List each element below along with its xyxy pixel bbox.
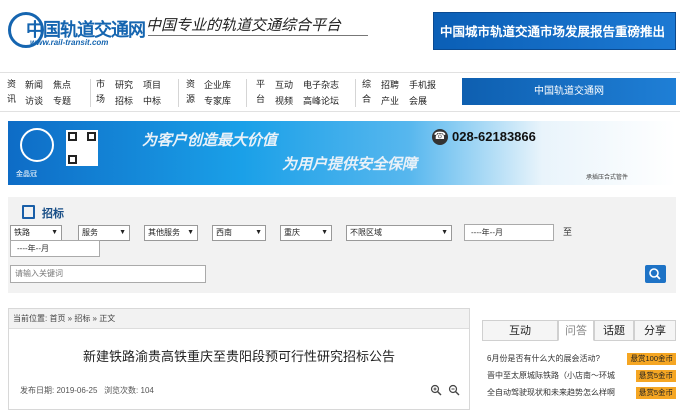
nav-link[interactable]: 专题 [53,94,71,107]
nav-link[interactable]: 招聘 [381,78,399,91]
province-select[interactable]: 重庆 ▼ [280,225,332,241]
nav-link[interactable]: 招标 [115,94,133,107]
site-slogan: 中国专业的轨道交通综合平台 [146,16,342,34]
zoom-in-icon[interactable] [430,384,442,399]
ad-phone: 028-62183866 [452,129,536,144]
tab-topics[interactable]: 话题 [594,320,634,341]
search-input[interactable]: 请输入关键词 [10,265,206,283]
nav-link[interactable]: 高峰论坛 [303,94,339,107]
breadcrumb[interactable]: 当前位置: 首页 » 招标 » 正文 [9,309,469,329]
ad-subheadline: 为用户提供安全保障 [282,156,418,173]
nav-category-market: 市场 [96,79,106,104]
region-select[interactable]: 西南 ▼ [212,225,266,241]
list-item[interactable]: 全自动驾驶现状和未来趋势怎么样啊 悬赏5金币 [482,386,676,402]
question-text[interactable]: 晋中至太原城际铁路（小店南～环城 [487,369,623,383]
site-url: www.rail-transit.com [30,38,109,47]
nav-divider [355,79,356,107]
brand-logo-icon [20,128,54,162]
article-meta: 发布日期: 2019-06-25 浏览次数: 104 [20,385,154,396]
nav-link[interactable]: 中标 [143,94,161,107]
zoom-out-icon[interactable] [448,384,460,399]
nav-link[interactable]: 产业 [381,94,399,107]
nav-link[interactable]: 焦点 [53,78,71,91]
reward-badge: 悬赏100金币 [627,353,676,365]
nav-link[interactable]: 研究 [115,78,133,91]
slogan-underline [148,35,368,36]
nav-category-platform: 平台 [256,79,266,104]
views-count: 104 [140,386,154,395]
nav-category-general: 综合 [362,79,372,104]
nav-link[interactable]: 访谈 [25,94,43,107]
reward-badge: 悬赏5金币 [635,387,676,399]
nav-link[interactable]: 专家库 [204,94,231,107]
section-title: 招标 [42,208,64,220]
tab-qa[interactable]: 问答 [558,320,594,341]
question-text[interactable]: 6月份是否有什么大的展会活动? [487,352,623,366]
nav-banner[interactable]: 中国轨道交通网 [462,78,676,105]
list-item[interactable]: 6月份是否有什么大的展会活动? 悬赏100金币 [482,352,676,368]
ad-caption: 承插压合式管件 [586,175,629,181]
qr-code-icon [66,130,98,166]
nav-divider [178,79,179,107]
nav-category-resources: 资源 [186,79,196,104]
tab-interaction[interactable]: 互动 [482,320,558,341]
tab-share[interactable]: 分享 [634,320,676,341]
subtype-select[interactable]: 其他服务 ▼ [144,225,198,241]
date-to-input[interactable]: ----年--月 [10,240,100,257]
type-select[interactable]: 服务 ▼ [78,225,130,241]
nav-link[interactable]: 企业库 [204,78,231,91]
question-text[interactable]: 全自动驾驶现状和未来趋势怎么样啊 [487,386,623,400]
nav-divider [246,79,247,107]
reward-badge: 悬赏5金币 [635,370,676,382]
nav-divider [90,79,91,107]
report-banner[interactable]: 中国城市轨道交通市场发展报告重磅推出 [433,12,676,50]
publish-label: 发布日期: [20,386,55,395]
advertisement-banner[interactable]: 金晶冠 为客户创造最大价值 为用户提供安全保障 ☎ 028-62183866 承… [8,121,676,185]
article-title: 新建铁路渝贵高铁重庆至贵阳段预可行性研究招标公告 [82,349,395,364]
phone-icon: ☎ [432,129,448,145]
date-from-input[interactable]: ----年--月 [464,224,554,241]
nav-link[interactable]: 会展 [409,94,427,107]
list-item[interactable]: 晋中至太原城际铁路（小店南～环城 悬赏5金币 [482,369,676,385]
views-label: 浏览次数: [104,386,139,395]
publish-date: 2019-06-25 [56,386,98,395]
search-icon [649,268,661,280]
date-range-separator: 至 [563,227,573,237]
category-select[interactable]: 铁路 ▼ [10,225,62,241]
ad-headline: 为客户创造最大价值 [142,132,278,149]
nav-category-news: 资讯 [7,79,17,104]
ad-brand: 金晶冠 [16,171,37,178]
document-icon [22,205,35,219]
nav-link[interactable]: 手机报 [409,78,436,91]
nav-link[interactable]: 新闻 [25,78,43,91]
nav-link[interactable]: 项目 [143,78,161,91]
area-select[interactable]: 不限区域 ▼ [346,225,452,241]
search-button[interactable] [645,265,666,283]
nav-link[interactable]: 视频 [275,94,293,107]
nav-link[interactable]: 互动 [275,78,293,91]
nav-link[interactable]: 电子杂志 [303,78,339,91]
